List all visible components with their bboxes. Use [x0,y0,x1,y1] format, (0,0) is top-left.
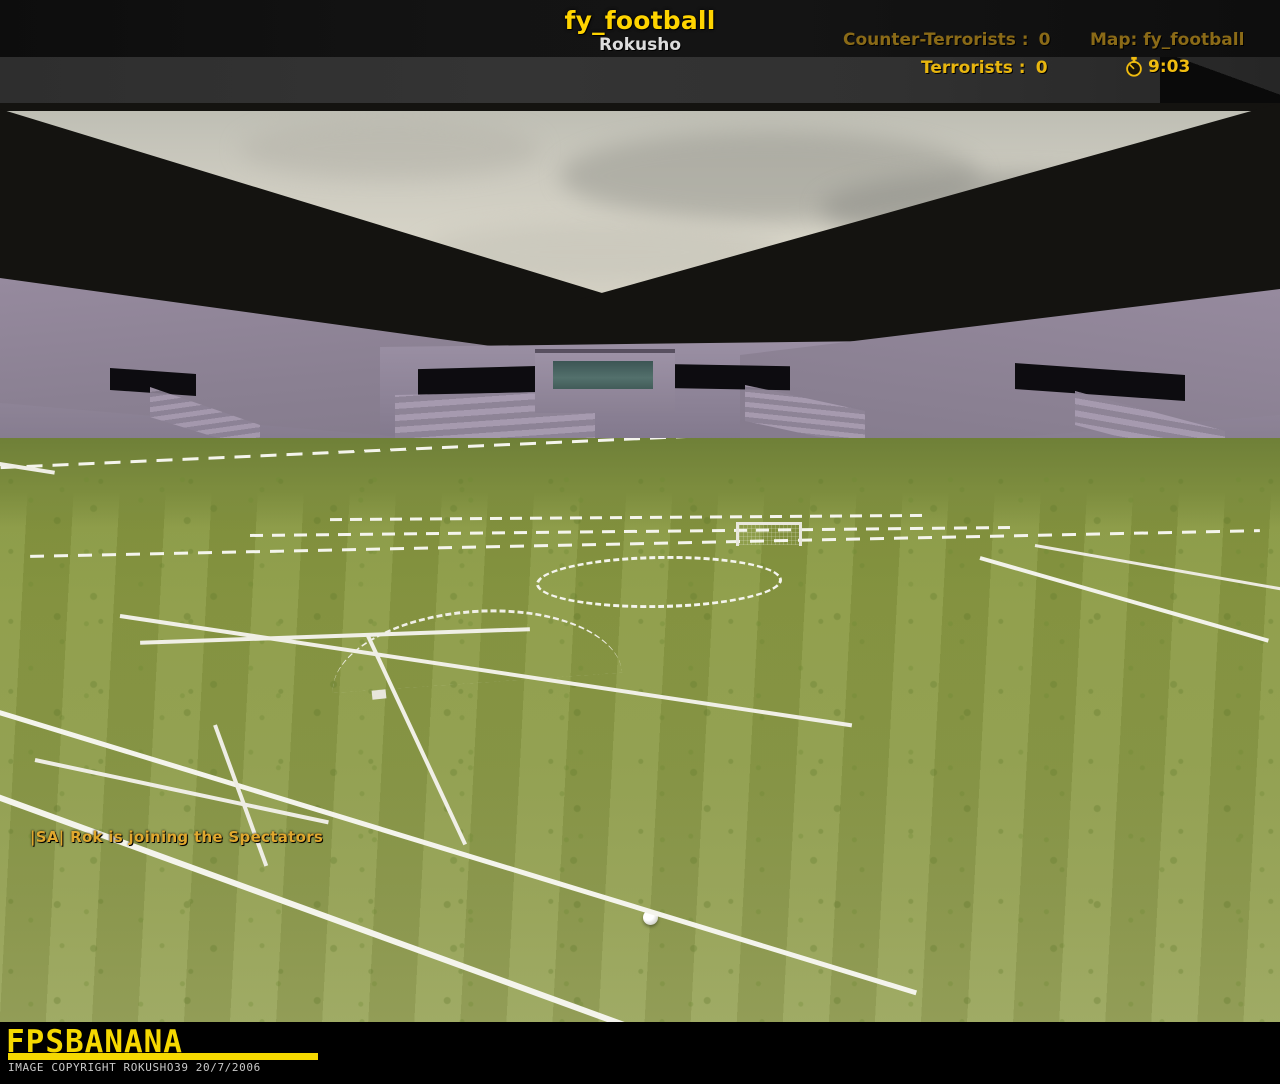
t-label: Terrorists : [921,58,1026,78]
hud-top-bar: fy_football Rokusho Counter-Terrorists :… [0,0,1280,103]
round-timer-row: 9:03 [1123,56,1190,78]
scoreboard: Counter-Terrorists : 0 Terrorists : 0 Ma… [835,30,1265,88]
ct-score-row: Counter-Terrorists : 0 [843,30,1051,50]
cloud [240,119,540,179]
t-score: 0 [1035,58,1048,78]
game-viewport: SOURCE MAPPING the source mapping commun… [0,103,1280,1022]
football-pitch [0,438,1280,1022]
grass-texture [0,438,1280,1022]
stopwatch-icon [1123,56,1145,78]
press-box-glass [553,361,653,389]
game-screenshot: fy_football Rokusho Counter-Terrorists :… [0,0,1280,1084]
ct-score: 0 [1038,30,1051,50]
ct-label: Counter-Terrorists : [843,30,1029,50]
far-goal [736,522,802,546]
stadium-roof-edge [0,103,1280,111]
pitch-marker [371,689,387,700]
goal-net [739,525,799,545]
goal-post [799,522,802,546]
t-score-row: Terrorists : 0 [921,58,1048,78]
copyright-notice: IMAGE COPYRIGHT ROKUSHO39 20/7/2006 [8,1061,261,1074]
map-name-label: Map: fy_football [1090,30,1245,50]
chat-message: |SA| Rok is joining the Spectators [30,828,324,846]
fpsbanana-logo-underline [8,1053,318,1060]
round-time: 9:03 [1148,57,1191,77]
